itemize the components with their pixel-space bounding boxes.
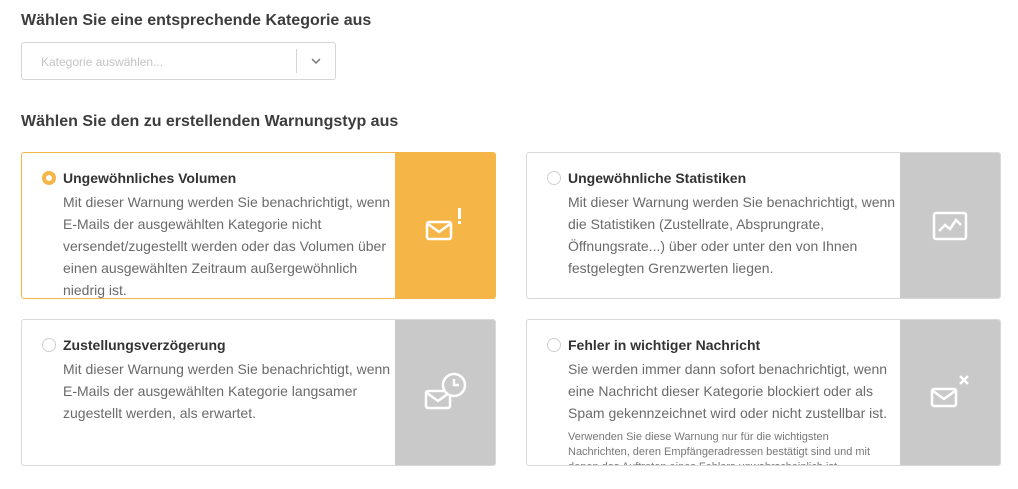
radio-important-message-error[interactable] xyxy=(547,338,561,352)
alert-type-section-title: Wählen Sie den zu erstellenden Warnungst… xyxy=(21,113,399,130)
card-note: Verwenden Sie diese Warnung nur für die … xyxy=(568,431,871,465)
card-title: Fehler in wichtiger Nachricht xyxy=(568,337,761,353)
select-divider xyxy=(296,49,297,73)
radio-delivery-delay[interactable] xyxy=(42,338,56,352)
card-description: Mit dieser Warnung werden Sie benachrich… xyxy=(63,361,391,421)
card-description: Mit dieser Warnung werden Sie benachrich… xyxy=(63,194,391,298)
category-section-title: Wählen Sie eine entsprechende Kategorie … xyxy=(21,12,372,29)
card-title: Ungewöhnliche Statistiken xyxy=(568,170,747,186)
card-icon-panel xyxy=(900,320,1000,465)
chart-icon xyxy=(932,211,968,241)
category-select-placeholder: Kategorie auswählen... xyxy=(41,55,164,69)
mail-alert-icon xyxy=(423,206,467,246)
alert-type-card-delivery-delay[interactable]: Zustellungsverzögerung Mit dieser Warnun… xyxy=(21,319,496,466)
alert-type-card-unusual-volume[interactable]: Ungewöhnliches Volumen Mit dieser Warnun… xyxy=(21,152,496,299)
category-select[interactable]: Kategorie auswählen... xyxy=(21,42,336,80)
mail-clock-icon xyxy=(422,371,468,415)
alert-type-card-unusual-statistics[interactable]: Ungewöhnliche Statistiken Mit dieser War… xyxy=(526,152,1001,299)
alert-type-card-important-message-error[interactable]: Fehler in wichtiger Nachricht Sie werden… xyxy=(526,319,1001,466)
card-title: Ungewöhnliches Volumen xyxy=(63,170,237,186)
chevron-down-icon[interactable] xyxy=(309,54,323,68)
card-title: Zustellungsverzögerung xyxy=(63,337,226,353)
mail-error-icon xyxy=(928,373,972,413)
card-icon-panel xyxy=(395,320,495,465)
card-description: Sie werden immer dann sofort benachricht… xyxy=(568,361,888,421)
radio-unusual-volume[interactable] xyxy=(42,171,56,185)
card-icon-panel xyxy=(395,153,495,298)
card-icon-panel xyxy=(900,153,1000,298)
card-description: Mit dieser Warnung werden Sie benachrich… xyxy=(568,194,896,276)
radio-unusual-statistics[interactable] xyxy=(547,171,561,185)
